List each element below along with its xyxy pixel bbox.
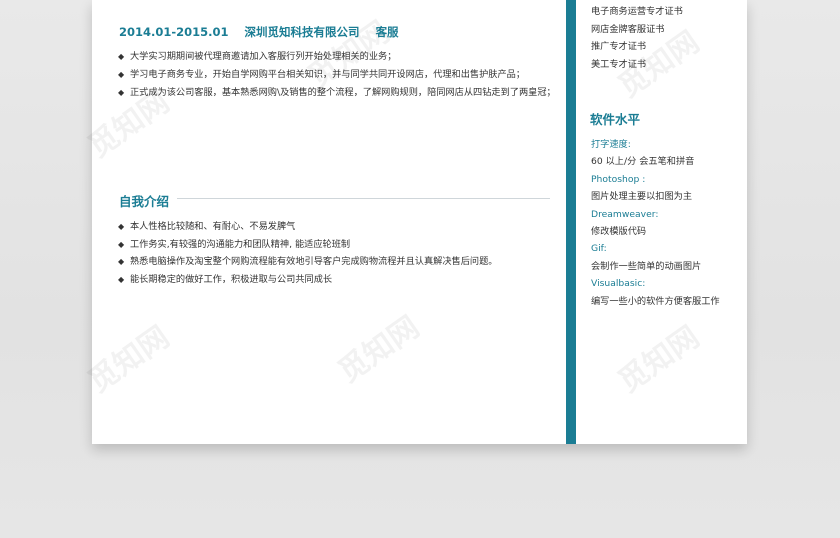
list-item: ◆ 学习电子商务专业，开始自学网购平台相关知识，并与同学共同开设网店，代理和出售护…: [116, 67, 556, 83]
certificate-item: 美工专才证书: [591, 58, 647, 70]
list-item: ◆ 熟悉电脑操作及淘宝整个网购流程能有效地引导客户完成购物流程并且认真解决售后问题…: [116, 254, 556, 270]
skill-value: 60 以上/分 会五笔和拼音: [591, 156, 695, 168]
resume-page: 觅知网 觅知网 觅知网 觅知网 觅知网 觅知网 2014.01-2015.01 …: [82, 0, 747, 444]
skill-value: 图片处理主要以扣图为主: [591, 191, 693, 203]
diamond-bullet-icon: ◆: [118, 88, 125, 97]
list-item: ◆ 能长期稳定的做好工作，积极进取与公司共同成长: [116, 272, 556, 288]
diamond-bullet-icon: ◆: [118, 239, 125, 249]
skill-label: Gif:: [591, 243, 607, 255]
skill-label: 打字速度:: [591, 139, 631, 150]
list-item: ◆ 正式成为该公司客服，基本熟悉网购\及销售的整个流程，了解网购规则，陪同网店从四…: [116, 85, 556, 101]
intro-list: ◆ 本人性格比较随和、有耐心、不易发脾气 ◆ 工作务实,有较强的沟通能力和团队精神,…: [116, 219, 556, 289]
accent-divider-bar: [566, 0, 576, 444]
diamond-bullet-icon: ◆: [118, 274, 125, 284]
list-item: ◆ 工作务实,有较强的沟通能力和团队精神, 能适应轮班制: [116, 237, 556, 253]
main-column: 2014.01-2015.01 深圳觅知科技有限公司 客服 ◆ 大学实习期期间被代…: [92, 0, 566, 444]
software-list: 打字速度: 60 以上/分 会五笔和拼音 Photoshop : 图片处理主要以…: [591, 136, 720, 310]
experience-heading: 2014.01-2015.01 深圳觅知科技有限公司 客服: [119, 24, 411, 40]
sidebar-column: 电子商务运营专才证书 网店金牌客服证书 推广专才证书 美工专才证书 软件水平 打…: [576, 0, 747, 444]
section-divider: [177, 198, 550, 199]
experience-list: ◆ 大学实习期期间被代理商邀请加入客服行列开始处理相关的业务； ◆ 学习电子商务专业…: [116, 49, 556, 103]
list-item: ◆ 本人性格比较随和、有耐心、不易发脾气: [116, 219, 556, 235]
diamond-bullet-icon: ◆: [118, 222, 125, 231]
certificate-item: 网店金牌客服证书: [591, 23, 665, 35]
skill-value: 编写一些小的软件方便客服工作: [591, 295, 720, 307]
skill-label: Photoshop :: [591, 173, 646, 185]
diamond-bullet-icon: ◆: [118, 52, 125, 61]
skill-value: 修改模版代码: [591, 226, 647, 238]
diamond-bullet-icon: ◆: [118, 257, 125, 266]
skill-value: 会制作一些简单的动画图片: [591, 260, 702, 272]
certificate-list: 电子商务运营专才证书 网店金牌客服证书 推广专才证书 美工专才证书: [591, 3, 683, 73]
list-item: ◆ 大学实习期期间被代理商邀请加入客服行列开始处理相关的业务；: [116, 49, 556, 65]
skill-label: Dreamweaver:: [591, 208, 659, 220]
certificate-item: 推广专才证书: [591, 41, 647, 52]
software-title: 软件水平: [590, 112, 641, 127]
experience-company: 深圳觅知科技有限公司: [244, 25, 360, 39]
certificate-item: 电子商务运营专才证书: [591, 6, 683, 17]
diamond-bullet-icon: ◆: [118, 70, 125, 79]
experience-period: 2014.01-2015.01: [119, 25, 229, 39]
skill-label: Visualbasic:: [591, 278, 646, 290]
experience-role: 客服: [375, 25, 399, 39]
intro-title: 自我介绍: [119, 194, 170, 209]
